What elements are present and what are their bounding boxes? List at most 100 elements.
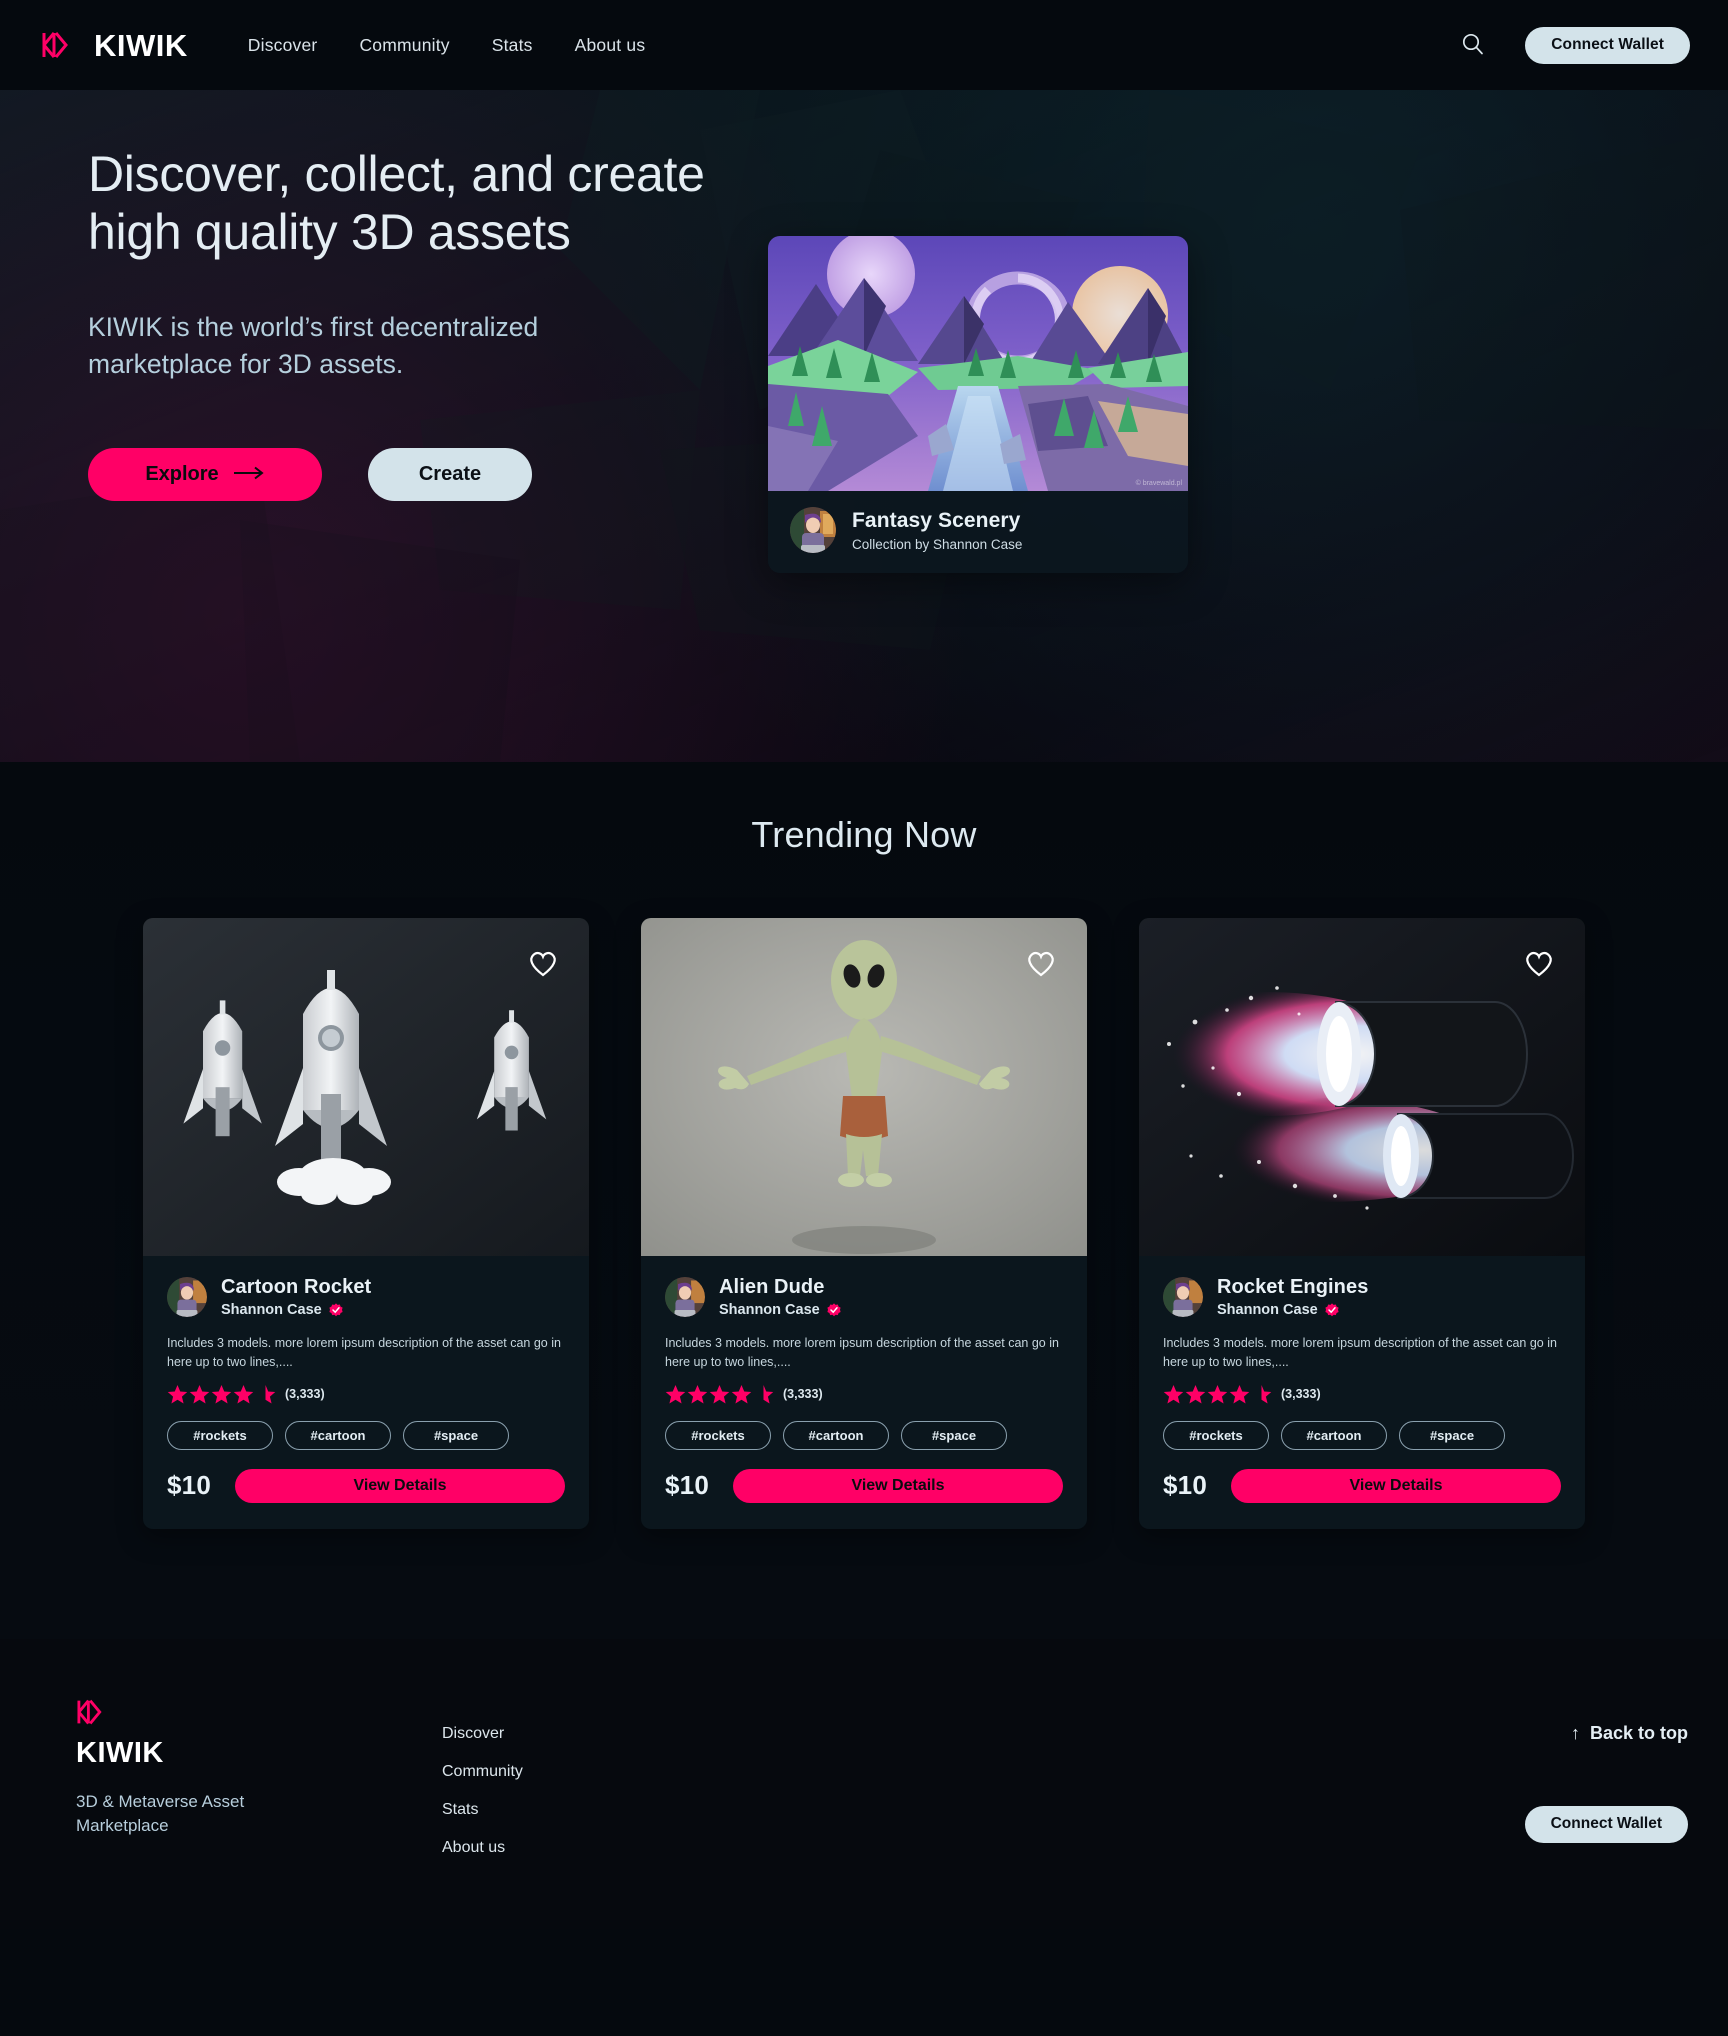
site-header: KIWIK Discover Community Stats About us … [0,0,1728,90]
nav-item-discover[interactable]: Discover [248,35,318,56]
star-rating [167,1384,276,1405]
avatar [167,1277,207,1317]
footer-nav-community[interactable]: Community [442,1763,523,1781]
asset-price: $10 [1163,1470,1207,1501]
connect-wallet-button[interactable]: Connect Wallet [1525,26,1690,64]
hero-title: Discover, collect, and create high quali… [88,146,705,260]
star-icon [189,1384,210,1405]
rating-count: (3,333) [783,1387,823,1402]
featured-collection-title: Fantasy Scenery [852,508,1021,532]
star-icon [233,1384,254,1405]
footer-brand-name: KIWIK [76,1736,164,1769]
tag-rockets[interactable]: #rockets [665,1420,771,1450]
star-icon [167,1384,188,1405]
hero-cta-group: Explore Create [88,448,768,502]
asset-author-name: Shannon Case [719,1302,820,1318]
rating-count: (3,333) [1281,1387,1321,1402]
explore-button-label: Explore [145,463,219,486]
asset-card-alien-dude[interactable]: Alien Dude Shannon Case Includes 3 model… [641,918,1087,1529]
star-icon [1185,1384,1206,1405]
nav-item-about-us[interactable]: About us [575,35,646,56]
star-half-icon [753,1384,774,1405]
explore-button[interactable]: Explore [88,448,322,502]
featured-collection-subtitle: Collection by Shannon Case [852,536,1023,552]
featured-collection-image: © bravewald.pl [768,236,1188,491]
asset-card-rocket-engines[interactable]: Rocket Engines Shannon Case Includes 3 m… [1139,918,1585,1529]
asset-card-titles: Alien Dude Shannon Case [719,1276,841,1318]
asset-author-name: Shannon Case [221,1302,322,1318]
view-details-button[interactable]: View Details [234,1468,565,1503]
asset-tags: #rockets #cartoon #space [665,1420,1063,1450]
star-half-icon [1251,1384,1272,1405]
hero-subtitle: KIWIK is the world’s first decentralized… [88,312,539,380]
footer-nav-stats[interactable]: Stats [442,1801,523,1819]
star-half-icon [255,1384,276,1405]
tag-space[interactable]: #space [403,1420,509,1450]
search-icon [1460,31,1486,60]
trending-section: Trending Now Cartoon Rocket Shannon Case… [0,762,1728,1529]
asset-author: Shannon Case [221,1302,371,1318]
like-button[interactable] [1523,948,1555,978]
arrow-right-icon [233,463,265,486]
star-icon [1207,1384,1228,1405]
asset-card-footer: $10 View Details [665,1468,1063,1503]
tag-space[interactable]: #space [901,1420,1007,1450]
star-icon [731,1384,752,1405]
verified-badge-icon [1325,1303,1339,1317]
tag-rockets[interactable]: #rockets [167,1420,273,1450]
hero-section: Discover, collect, and create high quali… [0,90,1728,762]
asset-tags: #rockets #cartoon #space [167,1420,565,1450]
tag-cartoon[interactable]: #cartoon [1281,1420,1387,1450]
footer-tagline: 3D & Metaverse Asset Marketplace [76,1791,245,1835]
asset-tags: #rockets #cartoon #space [1163,1420,1561,1450]
asset-description: Includes 3 models. more lorem ipsum desc… [1163,1336,1557,1370]
asset-image-alien-dude [641,918,1087,1256]
asset-rating: (3,333) [665,1384,1063,1405]
footer-nav-about-us[interactable]: About us [442,1839,523,1857]
nav-item-community[interactable]: Community [359,35,449,56]
asset-card-cartoon-rocket[interactable]: Cartoon Rocket Shannon Case Includes 3 m… [143,918,589,1529]
asset-image-cartoon-rocket [143,918,589,1256]
like-button[interactable] [1025,948,1057,978]
nav-item-stats[interactable]: Stats [492,35,533,56]
rating-count: (3,333) [285,1387,325,1402]
footer-connect-wallet-button[interactable]: Connect Wallet [1524,1805,1688,1843]
star-icon [665,1384,686,1405]
tag-rockets[interactable]: #rockets [1163,1420,1269,1450]
like-button[interactable] [527,948,559,978]
view-details-button[interactable]: View Details [732,1468,1063,1503]
search-button[interactable] [1457,29,1489,61]
asset-card-body: Cartoon Rocket Shannon Case Includes 3 m… [143,1256,589,1529]
featured-collection-text: Fantasy Scenery Collection by Shannon Ca… [852,509,1022,552]
main-nav: Discover Community Stats About us [248,35,646,56]
star-rating [1163,1384,1272,1405]
asset-card-body: Alien Dude Shannon Case Includes 3 model… [641,1256,1087,1529]
image-watermark: © bravewald.pl [1135,480,1182,487]
back-to-top-button[interactable]: ↑ Back to top [1571,1723,1688,1744]
star-icon [1229,1384,1250,1405]
hero-text-block: Discover, collect, and create high quali… [88,145,768,502]
tag-cartoon[interactable]: #cartoon [285,1420,391,1450]
asset-image-rocket-engines [1139,918,1585,1256]
star-icon [1163,1384,1184,1405]
star-icon [709,1384,730,1405]
asset-card-titles: Cartoon Rocket Shannon Case [221,1276,371,1318]
featured-collection-card[interactable]: © bravewald.pl Fantasy Scenery Collectio… [768,236,1188,573]
tag-space[interactable]: #space [1399,1420,1505,1450]
kiwik-logo-icon [40,25,80,65]
star-icon [211,1384,232,1405]
asset-rating: (3,333) [167,1384,565,1405]
tag-cartoon[interactable]: #cartoon [783,1420,889,1450]
asset-card-header: Alien Dude Shannon Case [665,1276,1063,1318]
arrow-up-icon: ↑ [1570,1722,1580,1743]
asset-author: Shannon Case [1217,1302,1368,1318]
footer-nav-discover[interactable]: Discover [442,1725,523,1743]
create-button[interactable]: Create [368,448,532,502]
asset-author-name: Shannon Case [1217,1302,1318,1318]
kiwik-logo-icon [76,1695,114,1731]
heart-icon [1523,951,1555,981]
asset-title: Rocket Engines [1217,1276,1369,1298]
brand-logo[interactable]: KIWIK [40,25,188,65]
view-details-button[interactable]: View Details [1230,1468,1561,1503]
asset-card-footer: $10 View Details [1163,1468,1561,1503]
